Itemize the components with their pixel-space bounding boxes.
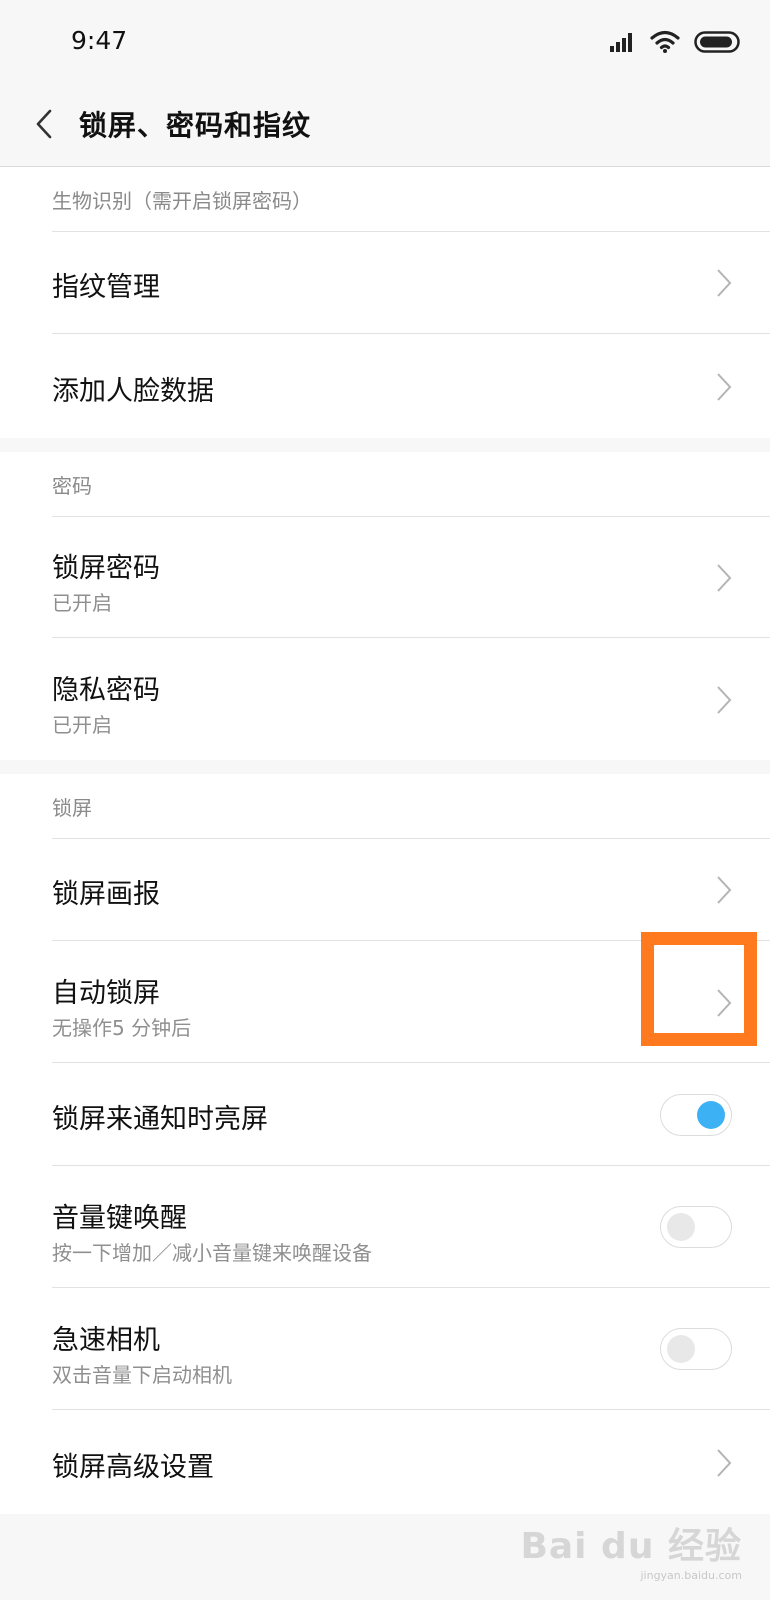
chevron-right-icon bbox=[717, 269, 732, 297]
watermark: Bai du 经验 jingyan.baidu.com bbox=[520, 1517, 742, 1582]
row-subtitle: 已开启 bbox=[52, 591, 112, 615]
status-bar: 9:47 bbox=[0, 0, 770, 82]
wifi-icon bbox=[650, 30, 680, 53]
row-subtitle: 无操作5 分钟后 bbox=[52, 1016, 192, 1040]
row-title: 音量键唤醒 bbox=[52, 1203, 187, 1234]
section-lock-screen: 锁屏 锁屏画报 自动锁屏 无操作5 分钟后 锁屏来通知时亮屏 音量键唤醒 按一下… bbox=[0, 774, 770, 1514]
chevron-right-icon bbox=[717, 1449, 732, 1477]
section-header: 锁屏 bbox=[52, 774, 770, 839]
toggle-switch[interactable] bbox=[660, 1328, 732, 1370]
section-header-label: 密码 bbox=[52, 474, 92, 498]
row-title: 隐私密码 bbox=[52, 675, 160, 706]
row-title: 锁屏画报 bbox=[52, 879, 160, 910]
row-subtitle: 已开启 bbox=[52, 713, 112, 737]
row-title: 指纹管理 bbox=[52, 272, 160, 303]
row-title: 添加人脸数据 bbox=[52, 376, 214, 407]
back-arrow-icon bbox=[36, 109, 52, 139]
chevron-right-icon bbox=[717, 373, 732, 401]
row-subtitle: 双击音量下启动相机 bbox=[52, 1363, 232, 1387]
status-time: 9:47 bbox=[71, 26, 128, 55]
row-title: 急速相机 bbox=[52, 1325, 160, 1356]
row-title: 锁屏密码 bbox=[52, 553, 160, 584]
status-icons bbox=[610, 28, 740, 56]
toggle-knob bbox=[667, 1335, 695, 1363]
battery-icon bbox=[694, 31, 740, 53]
toggle-switch[interactable] bbox=[660, 1094, 732, 1136]
section-password: 密码 锁屏密码 已开启 隐私密码 已开启 bbox=[0, 452, 770, 760]
row-wake-on-notification: 锁屏来通知时亮屏 bbox=[0, 1064, 770, 1166]
watermark-logo: Bai du 经验 bbox=[520, 1526, 742, 1567]
row-lock-screen-password[interactable]: 锁屏密码 已开启 bbox=[0, 517, 770, 638]
row-lock-screen-wallpaper[interactable]: 锁屏画报 bbox=[0, 839, 770, 941]
section-header-label: 生物识别（需开启锁屏密码） bbox=[52, 189, 312, 213]
row-quick-camera: 急速相机 双击音量下启动相机 bbox=[0, 1289, 770, 1410]
signal-icon bbox=[610, 33, 632, 52]
section-header: 生物识别（需开启锁屏密码） bbox=[52, 167, 770, 232]
row-title: 自动锁屏 bbox=[52, 978, 160, 1009]
row-title: 锁屏高级设置 bbox=[52, 1452, 214, 1483]
watermark-url: jingyan.baidu.com bbox=[640, 1569, 742, 1582]
row-subtitle: 按一下增加／减小音量键来唤醒设备 bbox=[52, 1241, 372, 1265]
back-button[interactable] bbox=[22, 102, 66, 146]
row-advanced-lock-settings[interactable]: 锁屏高级设置 bbox=[0, 1411, 770, 1514]
chevron-right-icon bbox=[717, 564, 732, 592]
chevron-right-icon bbox=[717, 876, 732, 904]
section-header-label: 锁屏 bbox=[52, 796, 92, 820]
app-header: 锁屏、密码和指纹 bbox=[0, 82, 770, 167]
row-volume-key-wake: 音量键唤醒 按一下增加／减小音量键来唤醒设备 bbox=[0, 1167, 770, 1288]
section-header: 密码 bbox=[52, 452, 770, 517]
row-add-face-data[interactable]: 添加人脸数据 bbox=[0, 335, 770, 438]
row-title: 锁屏来通知时亮屏 bbox=[52, 1104, 268, 1135]
highlight-box bbox=[641, 932, 757, 1046]
toggle-knob bbox=[697, 1101, 725, 1129]
row-fingerprint-management[interactable]: 指纹管理 bbox=[0, 232, 770, 334]
toggle-switch[interactable] bbox=[660, 1206, 732, 1248]
page-title: 锁屏、密码和指纹 bbox=[79, 109, 312, 142]
section-biometric: 生物识别（需开启锁屏密码） 指纹管理 添加人脸数据 bbox=[0, 167, 770, 438]
toggle-knob bbox=[667, 1213, 695, 1241]
row-privacy-password[interactable]: 隐私密码 已开启 bbox=[0, 639, 770, 760]
chevron-right-icon bbox=[717, 686, 732, 714]
